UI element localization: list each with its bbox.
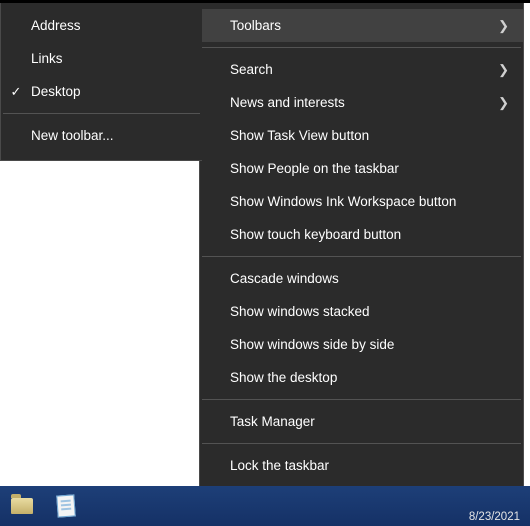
submenu-item-desktop[interactable]: ✓ Desktop bbox=[1, 75, 202, 108]
folder-icon bbox=[11, 498, 33, 514]
menu-label: Show windows side by side bbox=[230, 337, 509, 352]
menu-item-show-desktop[interactable]: Show the desktop bbox=[200, 361, 523, 394]
menu-separator bbox=[202, 256, 521, 257]
menu-separator bbox=[202, 399, 521, 400]
menu-item-show-ink-workspace[interactable]: Show Windows Ink Workspace button bbox=[200, 185, 523, 218]
menu-label: Search bbox=[230, 62, 498, 77]
taskbar-context-menu: Toolbars ❯ Search ❯ News and interests ❯… bbox=[199, 3, 524, 524]
menu-label: Task Manager bbox=[230, 414, 509, 429]
menu-label: Show Windows Ink Workspace button bbox=[230, 194, 509, 209]
menu-item-search[interactable]: Search ❯ bbox=[200, 53, 523, 86]
menu-item-task-manager[interactable]: Task Manager bbox=[200, 405, 523, 438]
menu-item-toolbars[interactable]: Toolbars ❯ bbox=[200, 9, 523, 42]
menu-separator bbox=[202, 47, 521, 48]
taskbar-app-notepad[interactable] bbox=[44, 486, 88, 526]
taskbar-clock[interactable]: 8/23/2021 bbox=[469, 510, 520, 524]
submenu-label: New toolbar... bbox=[31, 128, 188, 143]
notepad-icon bbox=[56, 494, 75, 517]
check-icon: ✓ bbox=[1, 84, 31, 100]
taskbar[interactable]: 8/23/2021 bbox=[0, 486, 530, 526]
toolbars-submenu: Address Links ✓ Desktop New toolbar... bbox=[0, 3, 202, 161]
submenu-label: Links bbox=[31, 51, 188, 66]
menu-label: Toolbars bbox=[230, 18, 498, 33]
menu-separator bbox=[202, 443, 521, 444]
menu-item-lock-taskbar[interactable]: Lock the taskbar bbox=[200, 449, 523, 482]
menu-label: Show Task View button bbox=[230, 128, 509, 143]
menu-label: Lock the taskbar bbox=[230, 458, 509, 473]
submenu-item-address[interactable]: Address bbox=[1, 9, 202, 42]
menu-item-show-touch-keyboard[interactable]: Show touch keyboard button bbox=[200, 218, 523, 251]
menu-label: Show windows stacked bbox=[230, 304, 509, 319]
menu-label: Cascade windows bbox=[230, 271, 509, 286]
taskbar-app-file-explorer[interactable] bbox=[0, 486, 44, 526]
menu-label: Show the desktop bbox=[230, 370, 509, 385]
submenu-item-links[interactable]: Links bbox=[1, 42, 202, 75]
menu-item-show-task-view[interactable]: Show Task View button bbox=[200, 119, 523, 152]
menu-separator bbox=[3, 113, 200, 114]
chevron-right-icon: ❯ bbox=[498, 62, 509, 78]
menu-label: Show People on the taskbar bbox=[230, 161, 509, 176]
chevron-right-icon: ❯ bbox=[498, 95, 509, 111]
chevron-right-icon: ❯ bbox=[498, 18, 509, 34]
menu-label: Show touch keyboard button bbox=[230, 227, 509, 242]
submenu-label: Desktop bbox=[31, 84, 188, 99]
menu-item-cascade-windows[interactable]: Cascade windows bbox=[200, 262, 523, 295]
menu-item-show-people[interactable]: Show People on the taskbar bbox=[200, 152, 523, 185]
menu-item-side-by-side[interactable]: Show windows side by side bbox=[200, 328, 523, 361]
menu-item-show-stacked[interactable]: Show windows stacked bbox=[200, 295, 523, 328]
submenu-item-new-toolbar[interactable]: New toolbar... bbox=[1, 119, 202, 152]
menu-item-news-interests[interactable]: News and interests ❯ bbox=[200, 86, 523, 119]
submenu-label: Address bbox=[31, 18, 188, 33]
taskbar-date: 8/23/2021 bbox=[469, 510, 520, 524]
menu-label: News and interests bbox=[230, 95, 498, 110]
